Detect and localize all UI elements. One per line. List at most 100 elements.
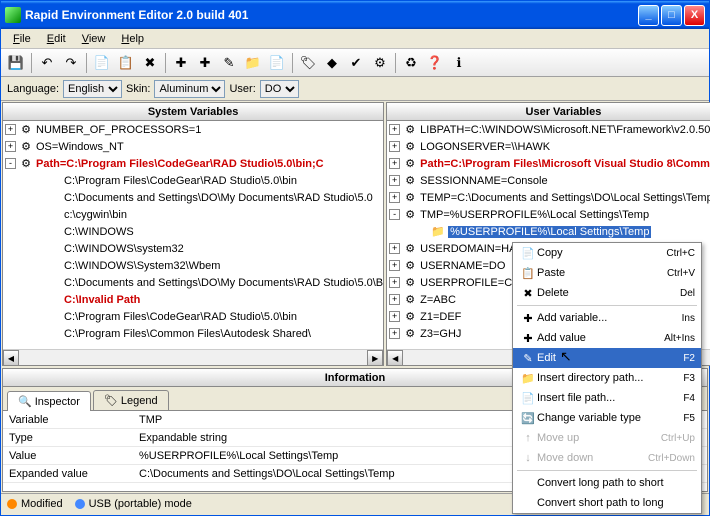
tree-row[interactable]: -⚙Path=C:\Program Files\CodeGear\RAD Stu…: [3, 155, 383, 172]
tag-button[interactable]: 🏷: [297, 52, 319, 74]
insert-file-button[interactable]: 📄: [266, 52, 288, 74]
paste-button[interactable]: 📋: [115, 52, 137, 74]
redo-button[interactable]: ↷: [60, 52, 82, 74]
tree-row[interactable]: +⚙LOGONSERVER=\\HAWK: [387, 138, 710, 155]
grid-label: Type: [3, 432, 133, 444]
skin-select[interactable]: Aluminum: [154, 80, 225, 98]
menu-file[interactable]: File: [5, 31, 39, 47]
ctx-paste[interactable]: 📋PasteCtrl+V: [513, 263, 701, 283]
expand-icon[interactable]: +: [389, 124, 400, 135]
copy-button[interactable]: 📄: [91, 52, 113, 74]
var-icon: [47, 242, 61, 256]
tab-legend[interactable]: 🏷Legend: [93, 390, 169, 410]
tree-row[interactable]: C:\WINDOWS\System32\Wbem: [3, 257, 383, 274]
tree-row[interactable]: C:\Documents and Settings\DO\My Document…: [3, 189, 383, 206]
user-select[interactable]: DO: [260, 80, 299, 98]
ctx-add-variable-[interactable]: ✚Add variable...Ins: [513, 308, 701, 328]
ctx-copy[interactable]: 📄CopyCtrl+C: [513, 243, 701, 263]
tree-label: C:\WINDOWS: [64, 226, 134, 238]
lang-select[interactable]: English: [63, 80, 122, 98]
tree-row[interactable]: C:\WINDOWS: [3, 223, 383, 240]
system-panel-title: System Variables: [3, 103, 383, 121]
tree-row[interactable]: +⚙SESSIONNAME=Console: [387, 172, 710, 189]
expand-icon[interactable]: +: [389, 328, 400, 339]
check-button[interactable]: ✔: [345, 52, 367, 74]
ctx-insert-directory-path-[interactable]: 📁Insert directory path...F3: [513, 368, 701, 388]
tree-label: Z=ABC: [420, 294, 456, 306]
menu-view[interactable]: View: [74, 31, 114, 47]
ctx-convert-long-path-to-short[interactable]: Convert long path to short: [513, 473, 701, 493]
tree-row[interactable]: c:\cygwin\bin: [3, 206, 383, 223]
tree-label: OS=Windows_NT: [36, 141, 124, 153]
expand-icon[interactable]: +: [389, 311, 400, 322]
undo-button[interactable]: ↶: [36, 52, 58, 74]
delete-button[interactable]: ✖: [139, 52, 161, 74]
tree-label: C:\Invalid Path: [64, 294, 140, 306]
var-icon: ⚙: [19, 140, 33, 154]
context-menu[interactable]: 📄CopyCtrl+C📋PasteCtrl+V✖DeleteDel ✚Add va…: [512, 242, 702, 514]
tree-row[interactable]: +⚙TEMP=C:\Documents and Settings\DO\Loca…: [387, 189, 710, 206]
tree-label: Path=C:\Program Files\CodeGear\RAD Studi…: [36, 158, 324, 170]
expand-icon[interactable]: -: [389, 209, 400, 220]
tree-label: C:\Documents and Settings\DO\My Document…: [64, 277, 383, 289]
tree-label: Z1=DEF: [420, 311, 461, 323]
tree-row[interactable]: +⚙OS=Windows_NT: [3, 138, 383, 155]
settings-button[interactable]: ⚙: [369, 52, 391, 74]
var-icon: ⚙: [403, 276, 417, 290]
add-button[interactable]: ✚: [170, 52, 192, 74]
tree-row[interactable]: C:\Program Files\CodeGear\RAD Studio\5.0…: [3, 172, 383, 189]
expand-icon[interactable]: +: [5, 141, 16, 152]
menu-edit[interactable]: Edit: [39, 31, 74, 47]
tree-row[interactable]: C:\Invalid Path: [3, 291, 383, 308]
minimize-button[interactable]: _: [638, 5, 659, 26]
expand-icon[interactable]: +: [389, 277, 400, 288]
expand-icon[interactable]: +: [389, 260, 400, 271]
ctx-delete[interactable]: ✖DeleteDel: [513, 283, 701, 303]
ctx-insert-file-path-[interactable]: 📄Insert file path...F4: [513, 388, 701, 408]
ctx-icon: 📋: [519, 267, 537, 280]
mark-button[interactable]: ◆: [321, 52, 343, 74]
tree-row[interactable]: C:\Program Files\CodeGear\RAD Studio\5.0…: [3, 308, 383, 325]
maximize-button[interactable]: □: [661, 5, 682, 26]
tree-row[interactable]: 📁%USERPROFILE%\Local Settings\Temp: [387, 223, 710, 240]
expand-icon[interactable]: +: [389, 141, 400, 152]
tab-inspector[interactable]: 🔍Inspector: [7, 391, 91, 411]
menu-help[interactable]: Help: [113, 31, 152, 47]
ctx-label: Change variable type: [537, 412, 683, 424]
options-bar: Language: English Skin: Aluminum User: D…: [1, 77, 709, 101]
tree-label: NUMBER_OF_PROCESSORS=1: [36, 124, 201, 136]
ctx-icon: ↓: [519, 452, 537, 464]
tree-row[interactable]: C:\WINDOWS\system32: [3, 240, 383, 257]
ctx-add-value[interactable]: ✚Add valueAlt+Ins: [513, 328, 701, 348]
expand-icon[interactable]: -: [5, 158, 16, 169]
expand-icon[interactable]: +: [389, 192, 400, 203]
close-button[interactable]: X: [684, 5, 705, 26]
help-button[interactable]: ❓: [424, 52, 446, 74]
insert-dir-button[interactable]: 📁: [242, 52, 264, 74]
var-icon: ⚙: [403, 293, 417, 307]
tree-row[interactable]: +⚙LIBPATH=C:\WINDOWS\Microsoft.NET\Frame…: [387, 121, 710, 138]
refresh-button[interactable]: ♻: [400, 52, 422, 74]
expand-icon[interactable]: +: [5, 124, 16, 135]
ctx-convert-short-path-to-long[interactable]: Convert short path to long: [513, 493, 701, 513]
save-button[interactable]: 💾: [5, 52, 27, 74]
about-button[interactable]: ℹ: [448, 52, 470, 74]
scrollbar[interactable]: ◀▶: [3, 349, 383, 365]
system-tree[interactable]: +⚙NUMBER_OF_PROCESSORS=1+⚙OS=Windows_NT-…: [3, 121, 383, 349]
tree-label: TEMP=C:\Documents and Settings\DO\Local …: [420, 192, 710, 204]
var-icon: [47, 191, 61, 205]
tree-row[interactable]: C:\Documents and Settings\DO\My Document…: [3, 274, 383, 291]
edit-button[interactable]: ✎: [218, 52, 240, 74]
ctx-edit[interactable]: ✎EditF2: [513, 348, 701, 368]
expand-icon[interactable]: +: [389, 243, 400, 254]
tree-row[interactable]: -⚙TMP=%USERPROFILE%\Local Settings\Temp: [387, 206, 710, 223]
ctx-change-variable-type[interactable]: 🔄Change variable typeF5: [513, 408, 701, 428]
tree-row[interactable]: +⚙NUMBER_OF_PROCESSORS=1: [3, 121, 383, 138]
expand-icon[interactable]: +: [389, 175, 400, 186]
expand-icon[interactable]: +: [389, 294, 400, 305]
add-value-button[interactable]: ✚: [194, 52, 216, 74]
tree-row[interactable]: C:\Program Files\Common Files\Autodesk S…: [3, 325, 383, 342]
tree-row[interactable]: +⚙Path=C:\Program Files\Microsoft Visual…: [387, 155, 710, 172]
app-icon: [5, 7, 21, 23]
expand-icon[interactable]: +: [389, 158, 400, 169]
